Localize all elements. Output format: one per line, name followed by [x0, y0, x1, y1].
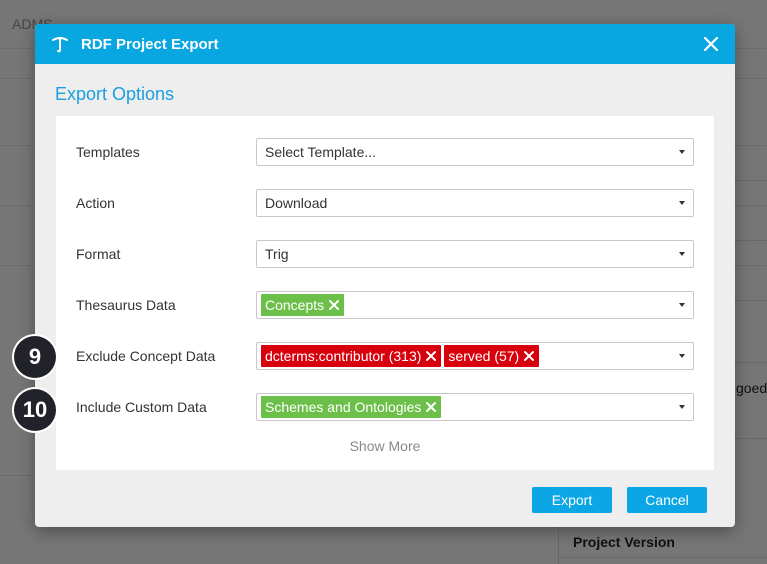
step-badge-10: 10	[14, 389, 56, 431]
templates-value: Select Template...	[265, 144, 377, 160]
remove-tag-icon[interactable]	[425, 350, 437, 362]
include-custom-data-label: Include Custom Data	[76, 399, 207, 415]
close-icon	[704, 37, 718, 51]
format-label: Format	[76, 246, 121, 262]
action-value: Download	[265, 195, 328, 211]
exclude-concept-data-select[interactable]: dcterms:contributor (313) served (57)	[256, 342, 694, 370]
templates-label: Templates	[76, 144, 140, 160]
chevron-down-icon	[679, 252, 685, 256]
dialog-title: RDF Project Export	[81, 35, 219, 53]
action-label: Action	[76, 195, 115, 211]
templates-row: Templates Select Template...	[76, 137, 694, 167]
include-custom-data-select[interactable]: Schemes and Ontologies	[256, 393, 694, 421]
chevron-down-icon	[679, 303, 685, 307]
remove-tag-icon[interactable]	[328, 299, 340, 311]
dialog-header: RDF Project Export	[35, 24, 735, 64]
export-button[interactable]: Export	[532, 487, 612, 513]
tag-label: served (57)	[448, 348, 520, 364]
show-more-link[interactable]: Show More	[56, 438, 714, 454]
close-button[interactable]	[701, 34, 721, 54]
exclude-concept-data-label: Exclude Concept Data	[76, 348, 216, 364]
cancel-button[interactable]: Cancel	[627, 487, 707, 513]
tag-concepts: Concepts	[261, 294, 345, 316]
tag-label: Schemes and Ontologies	[265, 399, 422, 415]
chevron-down-icon	[679, 150, 685, 154]
action-row: Action Download	[76, 188, 694, 218]
chevron-down-icon	[679, 201, 685, 205]
thesaurus-data-label: Thesaurus Data	[76, 297, 176, 313]
tag-served: served (57)	[444, 345, 540, 367]
tag-schemes-and-ontologies: Schemes and Ontologies	[261, 396, 442, 418]
format-select[interactable]: Trig	[256, 240, 694, 268]
remove-tag-icon[interactable]	[425, 401, 437, 413]
chevron-down-icon	[679, 354, 685, 358]
format-row: Format Trig	[76, 239, 694, 269]
step-badge-9: 9	[14, 336, 56, 378]
include-custom-data-row: Include Custom Data Schemes and Ontologi…	[76, 392, 694, 422]
export-options-panel: Templates Select Template... Action Down…	[56, 116, 714, 470]
action-select[interactable]: Download	[256, 189, 694, 217]
thesaurus-data-select[interactable]: Concepts	[256, 291, 694, 319]
app-logo-icon	[52, 37, 68, 53]
rdf-export-dialog: RDF Project Export Export Options Templa…	[35, 24, 735, 527]
remove-tag-icon[interactable]	[523, 350, 535, 362]
tag-label: dcterms:contributor (313)	[265, 348, 422, 364]
templates-select[interactable]: Select Template...	[256, 138, 694, 166]
tag-label: Concepts	[265, 297, 325, 313]
chevron-down-icon	[679, 405, 685, 409]
format-value: Trig	[265, 246, 289, 262]
exclude-concept-data-row: Exclude Concept Data dcterms:contributor…	[76, 341, 694, 371]
thesaurus-data-row: Thesaurus Data Concepts	[76, 290, 694, 320]
section-title: Export Options	[55, 84, 175, 104]
tag-dcterms-contributor: dcterms:contributor (313)	[261, 345, 442, 367]
